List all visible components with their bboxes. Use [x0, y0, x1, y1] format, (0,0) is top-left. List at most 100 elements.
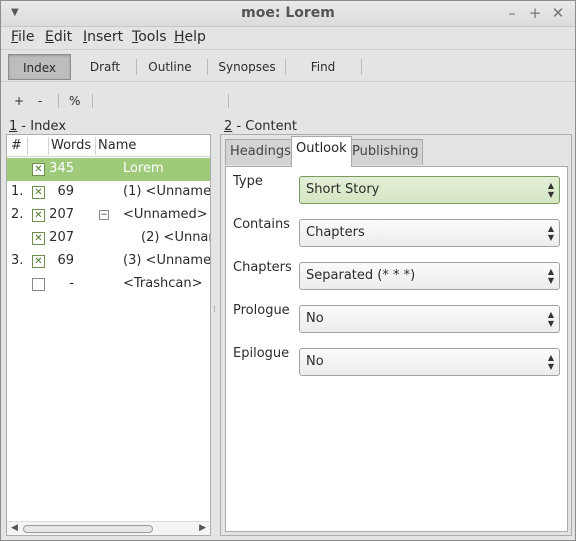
row-number: 1.	[11, 184, 24, 199]
tree-row[interactable]: 3. ✕ 69 (3) <Unnamed>	[7, 250, 210, 273]
tree-row[interactable]: ✕ 207 (2) <Unnamed>	[7, 227, 210, 250]
close-icon[interactable]: ✕	[550, 4, 566, 22]
content-panel-label: 2 - Content	[224, 119, 297, 134]
tab-publishing[interactable]: Publishing	[347, 139, 424, 165]
outline-view-button[interactable]: Outline	[141, 54, 199, 80]
index-tree[interactable]: # Words Name ✕ 345 Lorem 1. ✕ 69 (1) <Unnamed>…	[6, 134, 211, 536]
column-separator	[27, 137, 28, 155]
index-view-button[interactable]: Index	[8, 54, 71, 80]
drag-handle-icon[interactable]: ⁞	[213, 305, 216, 315]
word-count: 207	[49, 207, 74, 222]
toolbar-separator	[361, 59, 362, 75]
horizontal-scrollbar[interactable]: ◀ ▶	[7, 521, 210, 535]
chapters-select[interactable]: Separated (* * *) ▲ ▼	[299, 262, 560, 290]
item-name: <Trashcan>	[123, 276, 203, 291]
main-toolbar: Index Draft Outline Synopses Find	[1, 49, 575, 82]
prologue-value: No	[306, 311, 324, 326]
contains-label: Contains	[233, 217, 290, 232]
item-name: Lorem	[123, 161, 164, 176]
word-count: 345	[49, 161, 74, 176]
column-header-words[interactable]: Words	[51, 138, 91, 153]
column-separator	[95, 137, 96, 155]
chapters-value: Separated (* * *)	[306, 268, 416, 283]
tab-outlook[interactable]: Outlook	[291, 136, 352, 167]
tree-row[interactable]: - <Trashcan>	[7, 273, 210, 296]
include-checkbox[interactable]	[32, 278, 45, 291]
scroll-left-icon[interactable]: ◀	[11, 523, 18, 533]
maximize-icon[interactable]: +	[527, 4, 543, 22]
item-name: (2) <Unnamed>	[141, 230, 210, 245]
updown-arrows-icon: ▲ ▼	[547, 310, 554, 328]
tree-row[interactable]: 2. ✕ 207 − <Unnamed>	[7, 204, 210, 227]
updown-arrows-icon: ▲ ▼	[547, 267, 554, 285]
menu-insert[interactable]: Insert	[83, 29, 123, 45]
type-label: Type	[233, 174, 263, 189]
word-count: -	[69, 276, 74, 291]
contains-value: Chapters	[306, 225, 365, 240]
toolbar-separator	[285, 59, 286, 75]
index-panel-label: 1 - Index	[9, 119, 66, 134]
find-button[interactable]: Find	[291, 54, 355, 80]
updown-arrows-icon: ▲ ▼	[547, 224, 554, 242]
include-checkbox[interactable]: ✕	[32, 163, 45, 176]
word-count: 69	[57, 253, 74, 268]
add-item-button[interactable]: +	[14, 94, 24, 108]
item-name: (1) <Unnamed>	[123, 184, 211, 199]
scroll-right-icon[interactable]: ▶	[199, 523, 206, 533]
column-separator	[48, 137, 49, 155]
column-header-name[interactable]: Name	[98, 138, 136, 153]
remove-item-button[interactable]: -	[38, 94, 42, 108]
item-name: <Unnamed>	[123, 207, 208, 222]
type-value: Short Story	[306, 182, 380, 197]
tree-row[interactable]: ✕ 345 Lorem	[7, 158, 210, 181]
menu-bar: File Edit Insert Tools Help	[1, 27, 575, 49]
row-number: 2.	[11, 207, 24, 222]
main-window: ▼ moe: Lorem – + ✕ File Edit Insert Tool…	[0, 0, 576, 541]
updown-arrows-icon: ▲ ▼	[547, 181, 554, 199]
epilogue-label: Epilogue	[233, 346, 290, 361]
item-name: (3) <Unnamed>	[123, 253, 211, 268]
tree-header: # Words Name	[7, 135, 210, 157]
menu-edit[interactable]: Edit	[45, 29, 72, 45]
toolbar-separator	[228, 94, 229, 108]
percent-button[interactable]: %	[69, 94, 80, 108]
minimize-icon[interactable]: –	[504, 4, 520, 22]
epilogue-value: No	[306, 354, 324, 369]
draft-view-button[interactable]: Draft	[79, 54, 131, 80]
menu-help[interactable]: Help	[174, 29, 206, 45]
menu-tools[interactable]: Tools	[132, 29, 167, 45]
title-bar: ▼ moe: Lorem – + ✕	[1, 1, 575, 27]
index-panel-title: - Index	[17, 119, 67, 134]
column-header-num[interactable]: #	[11, 138, 22, 153]
type-select[interactable]: Short Story ▲ ▼	[299, 176, 560, 204]
menu-file[interactable]: File	[11, 29, 34, 45]
outlook-tab-page: Type Short Story ▲ ▼ Contains Chapters ▲ ▼…	[225, 166, 568, 532]
epilogue-select[interactable]: No ▲ ▼	[299, 348, 560, 376]
index-toolbar: + - %	[6, 88, 211, 116]
toolbar-separator	[92, 94, 93, 108]
include-checkbox[interactable]: ✕	[32, 186, 45, 199]
tree-row[interactable]: 1. ✕ 69 (1) <Unnamed>	[7, 181, 210, 204]
toolbar-separator	[136, 59, 137, 75]
prologue-label: Prologue	[233, 303, 290, 318]
updown-arrows-icon: ▲ ▼	[547, 353, 554, 371]
window-title: moe: Lorem	[241, 5, 335, 21]
content-toolbar	[220, 88, 572, 116]
include-checkbox[interactable]: ✕	[32, 232, 45, 245]
chapters-label: Chapters	[233, 260, 292, 275]
collapse-icon[interactable]: −	[99, 210, 109, 220]
synopses-view-button[interactable]: Synopses	[213, 54, 281, 80]
prologue-select[interactable]: No ▲ ▼	[299, 305, 560, 333]
pane-divider[interactable]: ⁞	[212, 87, 218, 539]
tab-headings[interactable]: Headings	[225, 139, 296, 165]
content-panel-title: - Content	[232, 119, 297, 134]
row-number: 3.	[11, 253, 24, 268]
include-checkbox[interactable]: ✕	[32, 255, 45, 268]
word-count: 69	[57, 184, 74, 199]
toolbar-separator	[58, 94, 59, 108]
scrollbar-thumb[interactable]	[23, 525, 153, 533]
include-checkbox[interactable]: ✕	[32, 209, 45, 222]
contains-select[interactable]: Chapters ▲ ▼	[299, 219, 560, 247]
word-count: 207	[49, 230, 74, 245]
toolbar-separator	[207, 59, 208, 75]
